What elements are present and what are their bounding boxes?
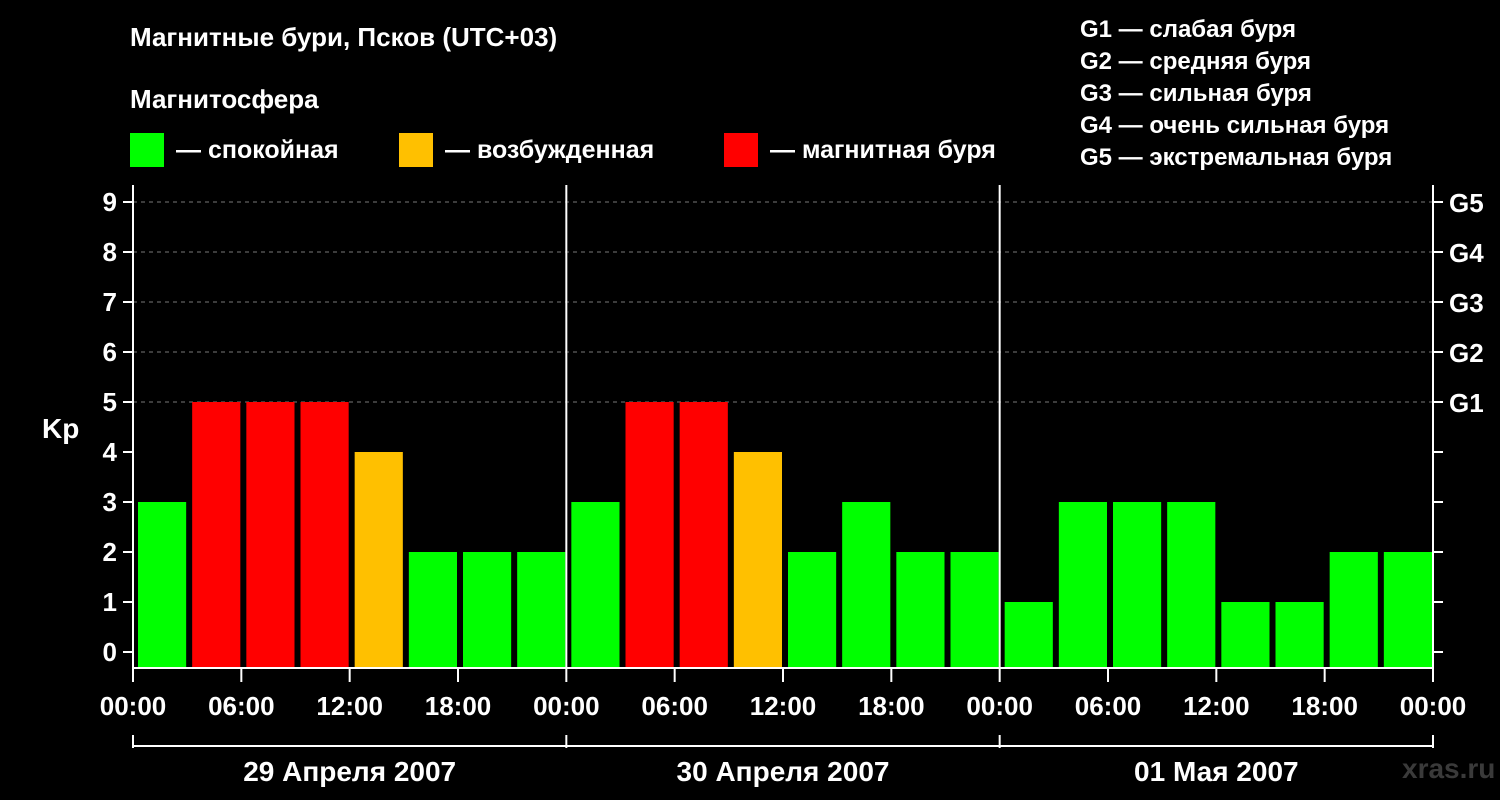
kp-bar xyxy=(354,452,403,668)
x-tick-label: 06:00 xyxy=(1075,691,1142,721)
x-tick-label: 12:00 xyxy=(750,691,817,721)
x-tick-label: 00:00 xyxy=(1400,691,1467,721)
y-tick-label: 8 xyxy=(103,237,117,267)
y-tick-label: 4 xyxy=(103,437,118,467)
watermark: xras.ru xyxy=(1402,753,1496,784)
kp-bar xyxy=(1004,602,1053,668)
kp-bar xyxy=(679,402,728,668)
day-label: 29 Апреля 2007 xyxy=(243,756,456,787)
y-tick-label: 9 xyxy=(103,187,117,217)
kp-bar xyxy=(1167,502,1216,668)
x-tick-label: 00:00 xyxy=(100,691,167,721)
x-tick-label: 18:00 xyxy=(425,691,492,721)
kp-bar xyxy=(300,402,349,668)
kp-bar xyxy=(950,552,999,668)
y-tick-label: 5 xyxy=(103,387,117,417)
y-tick-label: 3 xyxy=(103,487,117,517)
kp-bar xyxy=(463,552,512,668)
kp-bar xyxy=(625,402,674,668)
kp-bar xyxy=(1221,602,1270,668)
y-tick-label: 6 xyxy=(103,337,117,367)
y-tick-label: 7 xyxy=(103,287,117,317)
y-tick-label: 1 xyxy=(103,587,117,617)
kp-bar xyxy=(1058,502,1107,668)
kp-bar xyxy=(517,552,566,668)
x-tick-label: 06:00 xyxy=(208,691,275,721)
y-tick-label: 2 xyxy=(103,537,117,567)
x-tick-label: 06:00 xyxy=(641,691,708,721)
g-scale-label: G4 xyxy=(1449,238,1484,268)
kp-bar xyxy=(138,502,187,668)
day-label: 01 Мая 2007 xyxy=(1134,756,1299,787)
kp-bar xyxy=(1113,502,1162,668)
y-tick-label: 0 xyxy=(103,637,117,667)
kp-bar xyxy=(733,452,782,668)
kp-bar xyxy=(1383,552,1432,668)
kp-bar xyxy=(896,552,945,668)
kp-bar xyxy=(571,502,620,668)
g-scale-label: G1 xyxy=(1449,388,1484,418)
kp-bar xyxy=(842,502,891,668)
g-scale-label: G2 xyxy=(1449,338,1484,368)
kp-bar xyxy=(1275,602,1324,668)
kp-bar xyxy=(246,402,295,668)
day-label: 30 Апреля 2007 xyxy=(677,756,890,787)
kp-bar xyxy=(192,402,241,668)
x-tick-label: 12:00 xyxy=(1183,691,1250,721)
x-tick-label: 12:00 xyxy=(316,691,383,721)
x-tick-label: 00:00 xyxy=(966,691,1033,721)
g-scale-label: G5 xyxy=(1449,188,1484,218)
x-tick-label: 18:00 xyxy=(858,691,925,721)
x-tick-label: 00:00 xyxy=(533,691,600,721)
kp-bar xyxy=(1329,552,1378,668)
g-scale-label: G3 xyxy=(1449,288,1484,318)
kp-bar xyxy=(788,552,837,668)
x-tick-label: 18:00 xyxy=(1291,691,1358,721)
kp-bar xyxy=(408,552,457,668)
kp-bar-chart: 0 1 2 3 4 5 6 7 8 9 G1 G2 G3 G4 G5 Kp 00:00 06:00 12:00 18:… xyxy=(42,185,1484,787)
y-axis-label: Kp xyxy=(42,413,79,444)
